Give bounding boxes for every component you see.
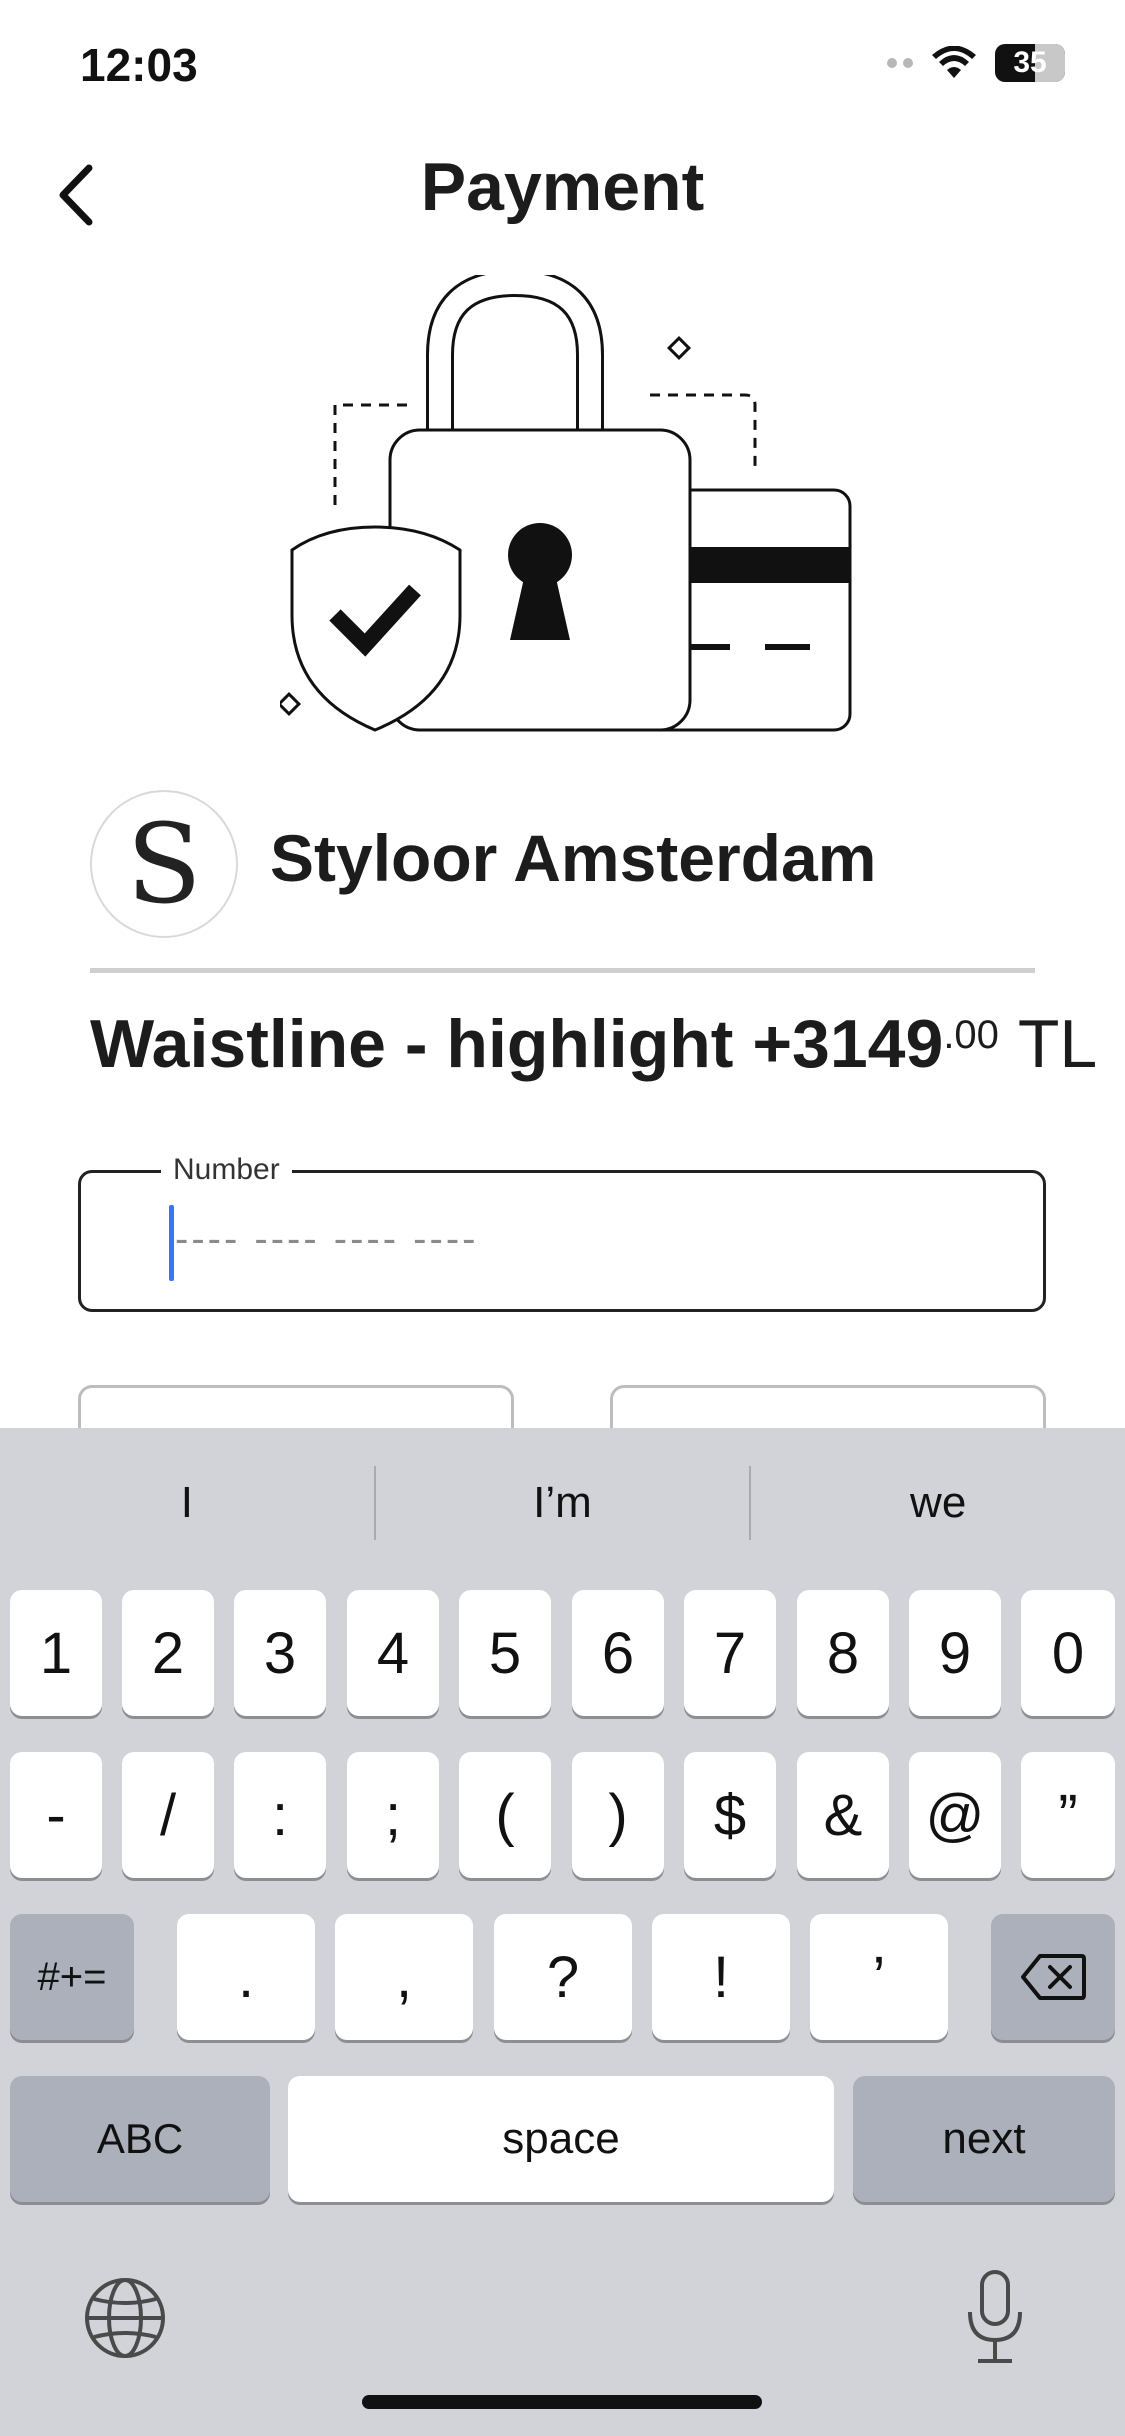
- status-bar: 12:03 35: [0, 0, 1125, 140]
- key-2[interactable]: 2: [122, 1590, 214, 1716]
- key-1[interactable]: 1: [10, 1590, 102, 1716]
- keyboard: I I’m we 1 2 3 4 5 6 7 8 9 0 - / : ; ( )…: [0, 1428, 1125, 2436]
- wifi-icon: [932, 46, 976, 78]
- key-close-paren[interactable]: ): [572, 1752, 664, 1878]
- text-cursor: [169, 1205, 174, 1281]
- delete-key[interactable]: [991, 1914, 1115, 2040]
- next-key[interactable]: next: [853, 2076, 1115, 2202]
- key-question[interactable]: ?: [494, 1914, 632, 2040]
- key-period[interactable]: .: [177, 1914, 315, 2040]
- home-indicator[interactable]: [362, 2395, 762, 2409]
- key-colon[interactable]: :: [234, 1752, 326, 1878]
- globe-button[interactable]: [80, 2273, 170, 2363]
- divider: [90, 968, 1035, 973]
- key-open-paren[interactable]: (: [459, 1752, 551, 1878]
- product-price: +3149: [752, 1006, 944, 1082]
- space-key[interactable]: space: [288, 2076, 834, 2202]
- card-number-label: Number: [161, 1153, 292, 1187]
- suggestion-bar: I I’m we: [0, 1428, 1125, 1578]
- key-hyphen[interactable]: -: [10, 1752, 102, 1878]
- key-6[interactable]: 6: [572, 1590, 664, 1716]
- key-ampersand[interactable]: &: [797, 1752, 889, 1878]
- secure-payment-illustration: [280, 275, 852, 732]
- symbols-key[interactable]: #+=: [10, 1914, 134, 2040]
- abc-key[interactable]: ABC: [10, 2076, 270, 2202]
- product-summary: Waistline - highlight +3149.00 TL: [90, 1005, 1097, 1083]
- suggestion-item[interactable]: we: [751, 1463, 1125, 1543]
- key-comma[interactable]: ,: [335, 1914, 473, 2040]
- battery-icon: 35: [995, 44, 1065, 82]
- key-3[interactable]: 3: [234, 1590, 326, 1716]
- key-7[interactable]: 7: [684, 1590, 776, 1716]
- key-apostrophe[interactable]: ’: [810, 1914, 948, 2040]
- key-8[interactable]: 8: [797, 1590, 889, 1716]
- backspace-icon: [1021, 1954, 1086, 2000]
- key-at[interactable]: @: [909, 1752, 1001, 1878]
- key-exclamation[interactable]: !: [652, 1914, 790, 2040]
- microphone-icon: [968, 2270, 1022, 2363]
- status-icons: 35: [887, 44, 1065, 82]
- key-0[interactable]: 0: [1021, 1590, 1115, 1716]
- key-dollar[interactable]: $: [684, 1752, 776, 1878]
- suggestion-item[interactable]: I: [0, 1463, 374, 1543]
- product-price-cents: .00: [943, 1013, 999, 1057]
- page-title: Payment: [420, 149, 705, 225]
- merchant-name: Styloor Amsterdam: [270, 821, 877, 895]
- merchant-logo: S: [90, 790, 238, 938]
- key-9[interactable]: 9: [909, 1590, 1001, 1716]
- card-number-field[interactable]: Number ---- ---- ---- ----: [78, 1153, 1046, 1312]
- dictation-button[interactable]: [960, 2268, 1030, 2368]
- suggestion-item[interactable]: I’m: [376, 1463, 750, 1543]
- status-time: 12:03: [80, 39, 198, 91]
- product-name: Waistline - highlight: [90, 1006, 734, 1082]
- key-slash[interactable]: /: [122, 1752, 214, 1878]
- key-quote[interactable]: ”: [1021, 1752, 1115, 1878]
- key-5[interactable]: 5: [459, 1590, 551, 1716]
- globe-icon: [85, 2278, 165, 2358]
- cellular-signal-icon: [887, 58, 913, 68]
- key-semicolon[interactable]: ;: [347, 1752, 439, 1878]
- key-4[interactable]: 4: [347, 1590, 439, 1716]
- card-number-placeholder: ---- ---- ---- ----: [175, 1217, 479, 1261]
- merchant-logo-letter: S: [126, 800, 202, 928]
- battery-level: 35: [1013, 46, 1047, 79]
- product-currency: TL: [1017, 1006, 1098, 1082]
